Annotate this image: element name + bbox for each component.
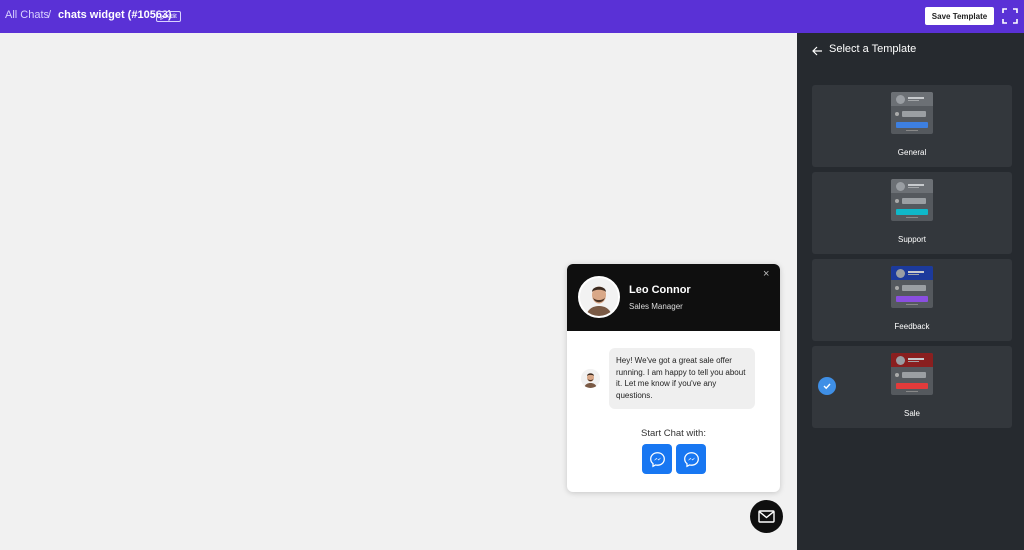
start-chat-label: Start Chat with: bbox=[641, 428, 706, 439]
messenger-icon bbox=[683, 451, 699, 467]
panel-title: Select a Template bbox=[829, 43, 917, 55]
template-thumbnail bbox=[891, 266, 933, 308]
mail-icon bbox=[758, 510, 775, 523]
agent-avatar bbox=[578, 276, 620, 318]
messenger-button[interactable] bbox=[676, 444, 706, 474]
template-label: Sale bbox=[903, 409, 920, 418]
template-label: Feedback bbox=[894, 322, 930, 331]
agent-avatar-small bbox=[581, 369, 600, 388]
messenger-icon bbox=[649, 451, 665, 467]
messenger-button[interactable] bbox=[642, 444, 672, 474]
chat-launcher-button[interactable] bbox=[750, 500, 783, 533]
widget-header: × Leo Connor Sales Manager bbox=[567, 264, 780, 331]
fullscreen-icon[interactable] bbox=[1002, 8, 1018, 24]
breadcrumb-separator: / bbox=[48, 9, 52, 21]
arrow-left-icon[interactable] bbox=[811, 44, 823, 56]
template-label: Support bbox=[897, 235, 927, 244]
template-thumbnail bbox=[891, 92, 933, 134]
template-thumbnail bbox=[891, 353, 933, 395]
template-thumbnail bbox=[891, 179, 933, 221]
top-bar: All Chats / chats widget (#10563) edit S… bbox=[0, 0, 1024, 33]
close-icon[interactable]: × bbox=[763, 269, 769, 280]
check-icon bbox=[818, 377, 836, 395]
template-card-feedback[interactable]: Feedback bbox=[812, 259, 1012, 341]
breadcrumb-all-chats[interactable]: All Chats bbox=[5, 9, 49, 21]
template-label: General bbox=[897, 148, 927, 157]
template-panel: Select a Template General Support Feedba… bbox=[797, 33, 1024, 550]
template-card-general[interactable]: General bbox=[812, 85, 1012, 167]
save-template-button[interactable]: Save Template bbox=[925, 7, 994, 25]
pencil-icon bbox=[160, 13, 166, 20]
template-card-sale[interactable]: Sale bbox=[812, 346, 1012, 428]
edit-title-button[interactable]: edit bbox=[156, 11, 181, 22]
agent-role: Sales Manager bbox=[629, 302, 683, 311]
chat-widget-preview: × Leo Connor Sales Manager Hey! We've go… bbox=[567, 264, 780, 492]
welcome-message: Hey! We've got a great sale offer runnin… bbox=[609, 348, 755, 409]
widget-title: chats widget (#10563) bbox=[58, 9, 172, 21]
template-card-support[interactable]: Support bbox=[812, 172, 1012, 254]
edit-label: edit bbox=[167, 13, 177, 20]
agent-name: Leo Connor bbox=[629, 284, 691, 296]
